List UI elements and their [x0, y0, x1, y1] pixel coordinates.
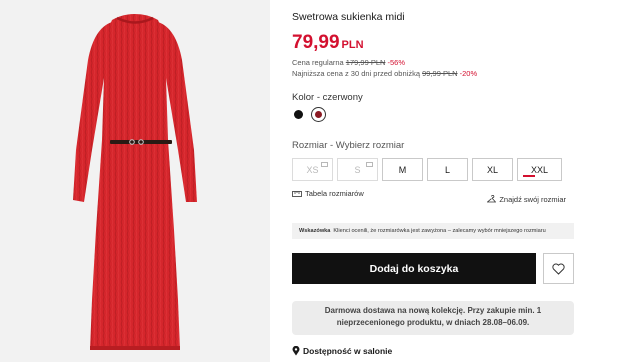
size-option-xs[interactable]: XS	[292, 158, 333, 181]
product-price: 79,99 PLN	[292, 32, 364, 54]
mail-icon	[366, 162, 373, 167]
size-tip-banner: Wskazówka Klienci ocenili, że rozmiarówk…	[292, 223, 574, 239]
lowest-price-label: Najniższa cena z 30 dni przed obniżką	[292, 69, 420, 78]
regular-price-value: 179,99 PLN	[345, 58, 386, 67]
size-option-s[interactable]: S	[337, 158, 378, 181]
add-to-cart-button[interactable]: Dodaj do koszyka	[292, 253, 536, 284]
color-swatch-red-selected[interactable]	[311, 107, 326, 122]
tip-title: Wskazówka	[299, 228, 331, 234]
product-image[interactable]	[0, 0, 270, 362]
lowest-price-line: Najniższa cena z 30 dni przed obniżką 99…	[292, 69, 477, 78]
size-option-xl[interactable]: XL	[472, 158, 513, 181]
size-xxl-label: XXL	[530, 164, 548, 175]
hanger-icon	[487, 195, 497, 203]
regular-price-line: Cena regularna 179,99 PLN -56%	[292, 58, 405, 67]
tip-text: Klienci ocenili, że rozmiarówka jest zaw…	[333, 228, 546, 234]
product-title: Swetrowa sukienka midi	[292, 11, 405, 23]
delivery-line-2: nieprzecenionego produktu, w dniach 28.0…	[336, 318, 530, 327]
size-table-label: Tabela rozmiarów	[305, 189, 364, 198]
find-size-label: Znajdź swój rozmiar	[499, 195, 566, 204]
heart-icon	[552, 262, 565, 275]
mail-icon	[321, 162, 328, 167]
find-size-link[interactable]: Znajdź swój rozmiar	[487, 195, 566, 204]
size-label: Rozmiar - Wybierz rozmiar	[292, 140, 405, 151]
lowest-price-value: 99,99 PLN	[422, 69, 458, 78]
color-label: Kolor - czerwony	[292, 92, 363, 103]
delivery-info-banner: Darmowa dostawa na nową kolekcję. Przy z…	[292, 301, 574, 335]
price-currency: PLN	[341, 39, 364, 51]
wishlist-button[interactable]	[543, 253, 574, 284]
size-option-l[interactable]: L	[427, 158, 468, 181]
size-s-label: S	[354, 164, 361, 175]
ruler-icon	[292, 190, 302, 197]
store-availability-label: Dostępność w salonie	[303, 346, 393, 356]
size-l-label: L	[444, 164, 450, 175]
size-option-m[interactable]: M	[382, 158, 423, 181]
lowest-discount: -20%	[459, 69, 478, 78]
regular-price-label: Cena regularna	[292, 58, 344, 67]
price-value: 79,99	[292, 32, 340, 53]
size-m-label: M	[398, 164, 407, 175]
location-pin-icon	[292, 346, 300, 356]
size-table-link[interactable]: Tabela rozmiarów	[292, 189, 364, 198]
delivery-line-1: Darmowa dostawa na nową kolekcję. Przy z…	[324, 306, 542, 315]
size-xl-label: XL	[486, 164, 498, 175]
size-option-xxl[interactable]: XXL	[517, 158, 562, 181]
low-stock-indicator	[523, 175, 535, 177]
dress-illustration	[73, 14, 197, 350]
store-availability-link[interactable]: Dostępność w salonie	[292, 346, 392, 356]
add-to-cart-label: Dodaj do koszyka	[369, 262, 459, 275]
size-xs-label: XS	[306, 164, 319, 175]
regular-discount: -56%	[387, 58, 406, 67]
color-swatch-black[interactable]	[294, 110, 303, 119]
